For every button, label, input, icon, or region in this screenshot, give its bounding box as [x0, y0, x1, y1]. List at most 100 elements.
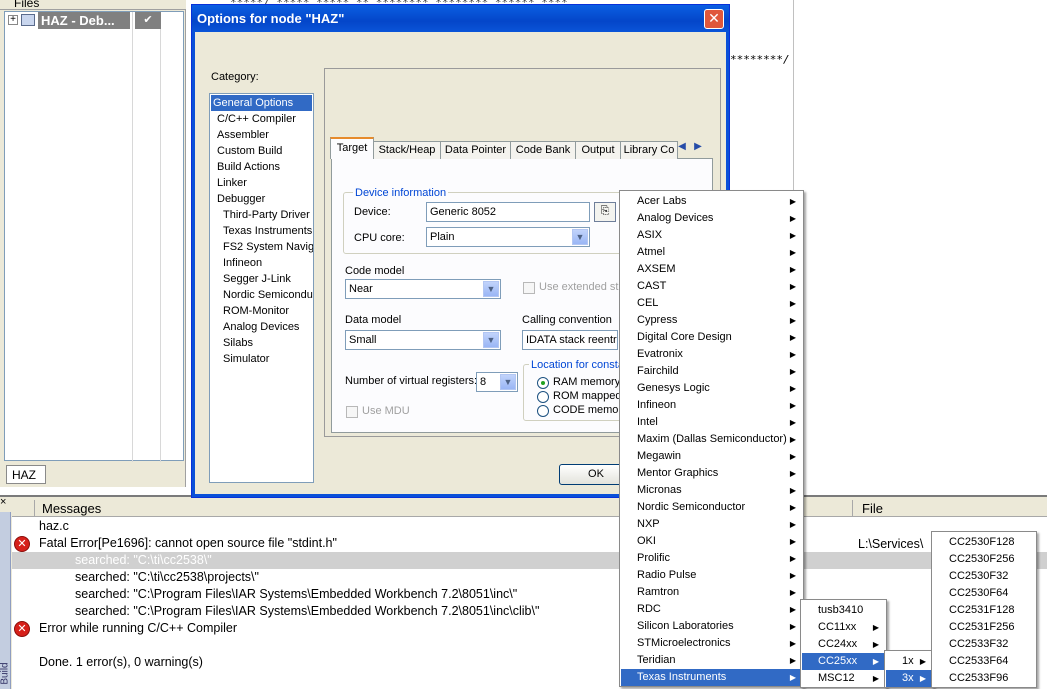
vendor-item-acer-labs[interactable]: Acer Labs ▶ — [621, 193, 802, 210]
chevron-down-icon[interactable]: ▼ — [483, 332, 499, 348]
message-row[interactable]: searched: "C:\ti\cc2538\projects\" — [12, 569, 1047, 586]
tab-scroll-right-icon[interactable]: ▶ — [690, 141, 706, 155]
tab-code-bank[interactable]: Code Bank — [510, 141, 576, 159]
vendor-item-atmel[interactable]: Atmel ▶ — [621, 244, 802, 261]
vendor-item-stmicroelectronics[interactable]: STMicroelectronics ▶ — [621, 635, 802, 652]
radio-rom-mapped[interactable] — [537, 391, 549, 403]
chevron-down-icon[interactable]: ▼ — [572, 229, 588, 245]
ti-item-tusb3410[interactable]: tusb3410▶ — [802, 602, 885, 619]
vendor-item-cypress[interactable]: Cypress ▶ — [621, 312, 802, 329]
vendor-item-intel[interactable]: Intel ▶ — [621, 414, 802, 431]
device-field[interactable]: Generic 8052 — [426, 202, 590, 222]
data-model-select[interactable]: Small ▼ — [345, 330, 501, 350]
vendor-item-cel[interactable]: CEL ▶ — [621, 295, 802, 312]
category-debugger[interactable]: Debugger — [217, 191, 265, 207]
tab-output[interactable]: Output — [575, 141, 621, 159]
ti-item-cc24xx[interactable]: CC24xx ▶ — [802, 636, 885, 653]
category-infineon[interactable]: Infineon — [223, 255, 262, 271]
category-third-party-driver[interactable]: Third-Party Driver — [223, 207, 310, 223]
use-mdu-checkbox[interactable] — [346, 406, 358, 418]
tab-scroll-left-icon[interactable]: ◀ — [674, 141, 690, 155]
vendor-item-cast[interactable]: CAST ▶ — [621, 278, 802, 295]
close-icon[interactable]: × — [0, 497, 10, 508]
vendor-item-genesys-logic[interactable]: Genesys Logic ▶ — [621, 380, 802, 397]
cc25-item-3x[interactable]: 3x ▶ — [886, 670, 932, 687]
vendor-item-silicon-laboratories[interactable]: Silicon Laboratories ▶ — [621, 618, 802, 635]
tree-row-project[interactable]: + HAZ - Deb... ✔ — [5, 12, 183, 29]
message-row[interactable]: haz.c — [12, 518, 1047, 535]
message-row[interactable]: searched: "C:\ti\cc2538\" — [12, 552, 1047, 569]
device-item-cc2530f256[interactable]: CC2530F256 — [933, 551, 1035, 568]
category-analog-devices[interactable]: Analog Devices — [223, 319, 299, 335]
category-segger-j-link[interactable]: Segger J-Link — [223, 271, 291, 287]
category-assembler[interactable]: Assembler — [217, 127, 269, 143]
message-row[interactable]: ✕ Error while running C/C++ Compiler — [12, 620, 1047, 637]
calling-convention-select[interactable]: IDATA stack reentr — [522, 330, 618, 350]
vendor-item-infineon[interactable]: Infineon ▶ — [621, 397, 802, 414]
vendor-item-oki[interactable]: OKI ▶ — [621, 533, 802, 550]
vendor-item-rdc[interactable]: RDC ▶ — [621, 601, 802, 618]
category-silabs[interactable]: Silabs — [223, 335, 253, 351]
category-linker[interactable]: Linker — [217, 175, 247, 191]
vendor-item-micronas[interactable]: Micronas ▶ — [621, 482, 802, 499]
dialog-close-button[interactable]: ✕ — [704, 9, 724, 29]
vendor-item-prolific[interactable]: Prolific ▶ — [621, 550, 802, 567]
cc25-item-1x[interactable]: 1x ▶ — [886, 653, 932, 670]
vendor-item-ramtron[interactable]: Ramtron ▶ — [621, 584, 802, 601]
category-list[interactable]: General Options C/C++ Compiler Assembler Cu… — [209, 93, 314, 483]
files-tree[interactable]: + HAZ - Deb... ✔ — [4, 11, 184, 462]
chevron-down-icon[interactable]: ▼ — [500, 374, 516, 390]
device-item-cc2530f32[interactable]: CC2530F32 — [933, 568, 1035, 585]
device-item-cc2533f64[interactable]: CC2533F64 — [933, 653, 1035, 670]
message-row[interactable]: searched: "C:\Program Files\IAR Systems\… — [12, 603, 1047, 620]
device-item-cc2530f128[interactable]: CC2530F128 — [933, 534, 1035, 551]
vendor-item-analog-devices[interactable]: Analog Devices ▶ — [621, 210, 802, 227]
vendor-item-teridian[interactable]: Teridian ▶ — [621, 652, 802, 669]
column-messages[interactable]: Messages — [42, 501, 101, 516]
vendor-item-radio-pulse[interactable]: Radio Pulse ▶ — [621, 567, 802, 584]
expand-icon[interactable]: + — [8, 15, 18, 25]
ti-item-cc25xx[interactable]: CC25xx ▶ — [802, 653, 885, 670]
category-nordic-semiconduc[interactable]: Nordic Semiconduc — [223, 287, 313, 303]
category-custom-build[interactable]: Custom Build — [217, 143, 282, 159]
chevron-down-icon[interactable]: ▼ — [483, 281, 499, 297]
vendor-item-fairchild[interactable]: Fairchild ▶ — [621, 363, 802, 380]
virtual-registers-select[interactable]: 8 ▼ — [476, 372, 518, 392]
message-row[interactable]: searched: "C:\Program Files\IAR Systems\… — [12, 586, 1047, 603]
dialog-title-bar[interactable]: Options for node "HAZ" — [192, 5, 729, 32]
vendor-item-texas-instruments[interactable]: Texas Instruments ▶ — [621, 669, 802, 686]
build-tab[interactable]: Build — [0, 512, 11, 689]
category-fs2-system-navig[interactable]: FS2 System Navig — [223, 239, 313, 255]
vendor-item-axsem[interactable]: AXSEM ▶ — [621, 261, 802, 278]
device-picker-button[interactable]: ⎘ — [594, 202, 616, 222]
message-file[interactable]: L:\Services\ — [858, 537, 923, 551]
device-item-cc2530f64[interactable]: CC2530F64 — [933, 585, 1035, 602]
files-tab-haz[interactable]: HAZ — [6, 465, 46, 484]
cpu-core-select[interactable]: Plain ▼ — [426, 227, 590, 247]
vendor-item-mentor-graphics[interactable]: Mentor Graphics ▶ — [621, 465, 802, 482]
radio-code-memory[interactable] — [537, 405, 549, 417]
device-item-cc2531f256[interactable]: CC2531F256 — [933, 619, 1035, 636]
radio-ram-memory[interactable] — [537, 377, 549, 389]
category-texas-instruments[interactable]: Texas Instruments — [223, 223, 312, 239]
tab-target[interactable]: Target — [330, 137, 374, 159]
vendor-item-nordic-semiconductor[interactable]: Nordic Semiconductor ▶ — [621, 499, 802, 516]
category-general-options[interactable]: General Options — [211, 95, 312, 111]
use-extended-stack-checkbox[interactable] — [523, 282, 535, 294]
device-item-cc2533f96[interactable]: CC2533F96 — [933, 670, 1035, 687]
device-item-cc2531f128[interactable]: CC2531F128 — [933, 602, 1035, 619]
vendor-item-nxp[interactable]: NXP ▶ — [621, 516, 802, 533]
device-item-cc2533f32[interactable]: CC2533F32 — [933, 636, 1035, 653]
ti-item-msc12[interactable]: MSC12 ▶ — [802, 670, 885, 687]
project-name[interactable]: HAZ - Deb... — [38, 12, 130, 29]
vendor-item-evatronix[interactable]: Evatronix ▶ — [621, 346, 802, 363]
code-model-select[interactable]: Near ▼ — [345, 279, 501, 299]
category-simulator[interactable]: Simulator — [223, 351, 269, 367]
tab-data-pointer[interactable]: Data Pointer — [440, 141, 511, 159]
category-rom-monitor[interactable]: ROM-Monitor — [223, 303, 289, 319]
column-file[interactable]: File — [862, 501, 883, 516]
vendor-item-digital-core-design[interactable]: Digital Core Design ▶ — [621, 329, 802, 346]
category-build-actions[interactable]: Build Actions — [217, 159, 280, 175]
ti-item-cc11xx[interactable]: CC11xx ▶ — [802, 619, 885, 636]
vendor-item-asix[interactable]: ASIX ▶ — [621, 227, 802, 244]
